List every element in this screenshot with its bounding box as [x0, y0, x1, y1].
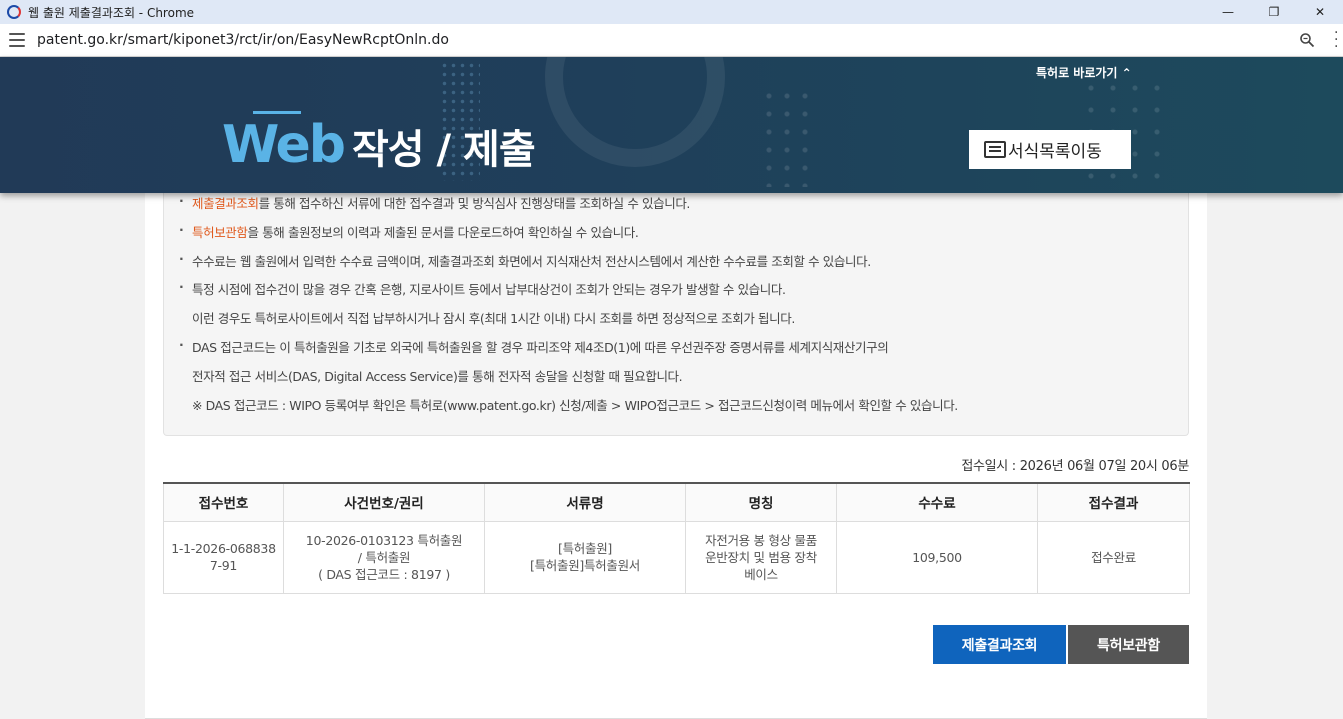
minimize-button[interactable]: — [1205, 0, 1251, 24]
page-banner: 특허로 바로가기 ⌃ Web 작성 / 제출 서식목록이동 [0, 57, 1343, 193]
notice-line: 수수료는 웹 출원에서 입력한 수수료 금액이며, 제출결과조회 화면에서 지식… [179, 251, 871, 270]
column-header: 서류명 [484, 483, 686, 522]
notice-line: 전자적 접근 서비스(DAS, Digital Access Service)를… [192, 369, 683, 384]
document-list-icon [984, 141, 1006, 158]
notice-line: 특허보관함을 통해 출원정보의 이력과 제출된 문서를 다운로드하여 확인하실 … [179, 222, 639, 241]
receipt-result-table: 접수번호 사건번호/권리 서류명 명칭 수수료 접수결과 1-1-2026-06… [163, 482, 1190, 594]
submit-result-link[interactable]: 제출결과조회 [192, 196, 259, 211]
patent-storage-button[interactable]: 특허보관함 [1068, 625, 1189, 664]
column-header: 수수료 [836, 483, 1038, 522]
window-controls: — ❐ ✕ [1205, 0, 1343, 24]
more-menu-icon[interactable]: · · · [1334, 26, 1340, 54]
notice-line: 이런 경우도 특허로사이트에서 직접 납부하시거나 잠시 후(최대 1시간 이내… [192, 311, 795, 326]
table-row: 1-1-2026-068838 7-91 10-2026-0103123 특허출… [163, 520, 1190, 594]
site-settings-icon[interactable] [9, 33, 25, 47]
address-bar: patent.go.kr/smart/kiponet3/rct/ir/on/Ea… [0, 24, 1343, 57]
patent-shortcut-link[interactable]: 특허로 바로가기 ⌃ [1036, 64, 1132, 81]
document-name-cell: [특허출원] [특허출원]특허출원서 [484, 520, 686, 594]
notice-line: ※ DAS 접근코드 : WIPO 등록여부 확인은 특허로(www.paten… [192, 398, 958, 413]
receipt-datetime: 접수일시 : 2026년 06월 07일 20시 06분 [961, 459, 1189, 474]
invention-title-cell: 자전거용 봉 형상 물품 운반장치 및 범용 장착 베이스 [685, 520, 837, 594]
form-list-button[interactable]: 서식목록이동 [969, 130, 1131, 169]
close-button[interactable]: ✕ [1297, 0, 1343, 24]
table-header-row: 접수번호 사건번호/권리 서류명 명칭 수수료 접수결과 [163, 483, 1190, 522]
column-header: 접수번호 [163, 483, 284, 522]
case-number-cell: 10-2026-0103123 특허출원 / 특허출원 ( DAS 접근코드 :… [283, 520, 485, 594]
column-header: 사건번호/권리 [283, 483, 485, 522]
notice-line: 특정 시점에 접수건이 많을 경우 간혹 은행, 지로사이트 등에서 납부대상건… [179, 279, 786, 298]
patent-storage-link[interactable]: 특허보관함 [192, 225, 248, 240]
web-logo-text: Web [222, 115, 346, 175]
fee-cell: 109,500 [836, 520, 1038, 594]
zoom-icon[interactable] [1299, 32, 1315, 48]
column-header: 명칭 [685, 483, 837, 522]
content-panel: 제출결과조회를 통해 접수하신 서류에 대한 접수결과 및 방식심사 진행상태를… [145, 193, 1207, 719]
decorative-dots [760, 87, 820, 187]
window-title: 웹 출원 제출결과조회 - Chrome [28, 5, 195, 20]
decorative-ring [545, 57, 725, 167]
site-favicon-icon [7, 5, 21, 19]
submit-result-button[interactable]: 제출결과조회 [933, 625, 1066, 664]
column-header: 접수결과 [1037, 483, 1190, 522]
notice-line: DAS 접근코드는 이 특허출원을 기초로 외국에 특허출원을 할 경우 파리조… [179, 337, 889, 356]
form-list-label: 서식목록이동 [1008, 142, 1102, 162]
url-field[interactable]: patent.go.kr/smart/kiponet3/rct/ir/on/Ea… [37, 32, 449, 48]
receipt-number-cell: 1-1-2026-068838 7-91 [163, 520, 284, 594]
notice-box: 제출결과조회를 통해 접수하신 서류에 대한 접수결과 및 방식심사 진행상태를… [163, 193, 1189, 436]
page-title: 작성 / 제출 [352, 127, 536, 173]
receipt-result-cell: 접수완료 [1037, 520, 1190, 594]
browser-title-bar: 웹 출원 제출결과조회 - Chrome — ❐ ✕ [0, 0, 1343, 24]
restore-button[interactable]: ❐ [1251, 0, 1297, 24]
notice-line: 제출결과조회를 통해 접수하신 서류에 대한 접수결과 및 방식심사 진행상태를… [179, 193, 690, 212]
web-accent-line [253, 111, 301, 114]
